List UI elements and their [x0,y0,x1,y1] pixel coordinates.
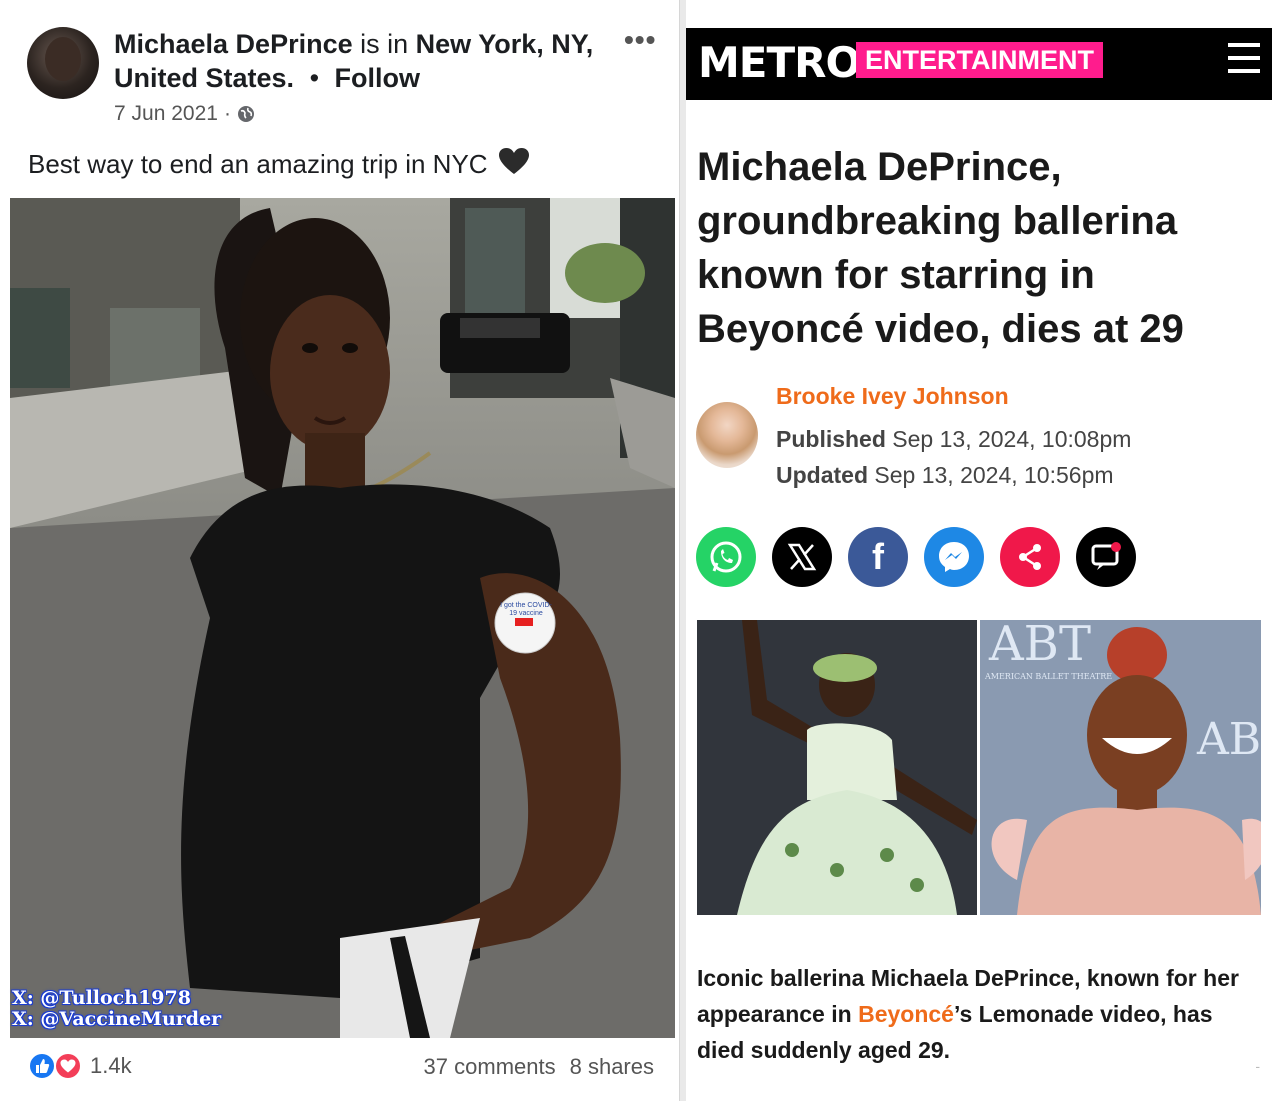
abt-signage-right: ABT [1197,714,1261,765]
footer-dash: - [1255,1058,1260,1074]
abt-signage-top: ABT [989,620,1091,672]
post-header: Michaela DePrince is in New York, NY, Un… [114,27,614,95]
vaccine-sticker-text: I got the COVID-19 vaccine [500,602,552,617]
caption-text: Best way to end an amazing trip in NYC [28,149,488,179]
whatsapp-icon[interactable] [696,527,756,587]
author-byline[interactable]: Brooke Ivey Johnson [776,383,1009,410]
post-meta: 7 Jun 2021 · [114,102,255,126]
like-icon [28,1052,56,1080]
is-in-text: is in [360,29,409,59]
share-buttons: f [696,527,1136,587]
beyonce-link[interactable]: Beyoncé [858,1001,954,1027]
abt-signage-sub: AMERICAN BALLET THEATRE [985,672,1113,681]
metro-logo[interactable]: METRO [698,38,861,87]
reactions-count: 1.4k [90,1053,132,1078]
author-photo[interactable] [696,402,758,468]
published-date: Sep 13, 2024, 10:08pm [892,426,1132,452]
updated-label: Updated [776,462,868,488]
date-separator: · [223,102,231,125]
author-name[interactable]: Michaela DePrince [114,29,353,59]
comments-count[interactable]: 37 comments [424,1054,556,1080]
news-article: METRO ENTERTAINMENT Michaela DePrince, g… [686,0,1280,1101]
follow-button[interactable]: Follow [335,63,420,93]
social-post: Michaela DePrince is in New York, NY, Un… [0,0,680,1101]
post-photo[interactable]: I got the COVID-19 vaccine [10,198,675,1038]
messenger-icon[interactable] [924,527,984,587]
black-heart-icon [498,147,530,182]
shares-count[interactable]: 8 shares [570,1054,654,1080]
reactions-summary[interactable]: 1.4k [28,1052,132,1080]
author-avatar[interactable] [27,27,99,99]
dot-separator: • [309,63,320,93]
hamburger-menu-icon[interactable] [1228,43,1260,73]
love-icon [54,1052,82,1080]
article-photo[interactable]: ABT AMERICAN BALLET THEATRE ABT [697,620,1261,915]
share-icon[interactable] [1000,527,1060,587]
watermark-line-2: X: @VaccineMurder [12,1008,222,1030]
watermark-line-1: X: @Tulloch1978 [12,987,191,1009]
comment-icon[interactable] [1076,527,1136,587]
x-icon[interactable] [772,527,832,587]
published-label: Published [776,426,886,452]
article-headline: Michaela DePrince, groundbreaking baller… [697,145,1184,351]
published-line: Published Sep 13, 2024, 10:08pm [776,426,1131,453]
post-date[interactable]: 7 Jun 2021 [114,102,218,126]
site-header: METRO ENTERTAINMENT [686,28,1272,100]
section-badge[interactable]: ENTERTAINMENT [856,42,1103,78]
facebook-icon[interactable]: f [848,527,908,587]
article-summary: Iconic ballerina Michaela DePrince, know… [697,960,1265,1068]
updated-line: Updated Sep 13, 2024, 10:56pm [776,462,1114,489]
more-options-icon[interactable]: ••• [624,24,656,56]
globe-icon [237,105,255,123]
post-stats: 37 comments 8 shares [424,1054,654,1080]
post-caption: Best way to end an amazing trip in NYC [28,147,530,182]
updated-date: Sep 13, 2024, 10:56pm [874,462,1114,488]
